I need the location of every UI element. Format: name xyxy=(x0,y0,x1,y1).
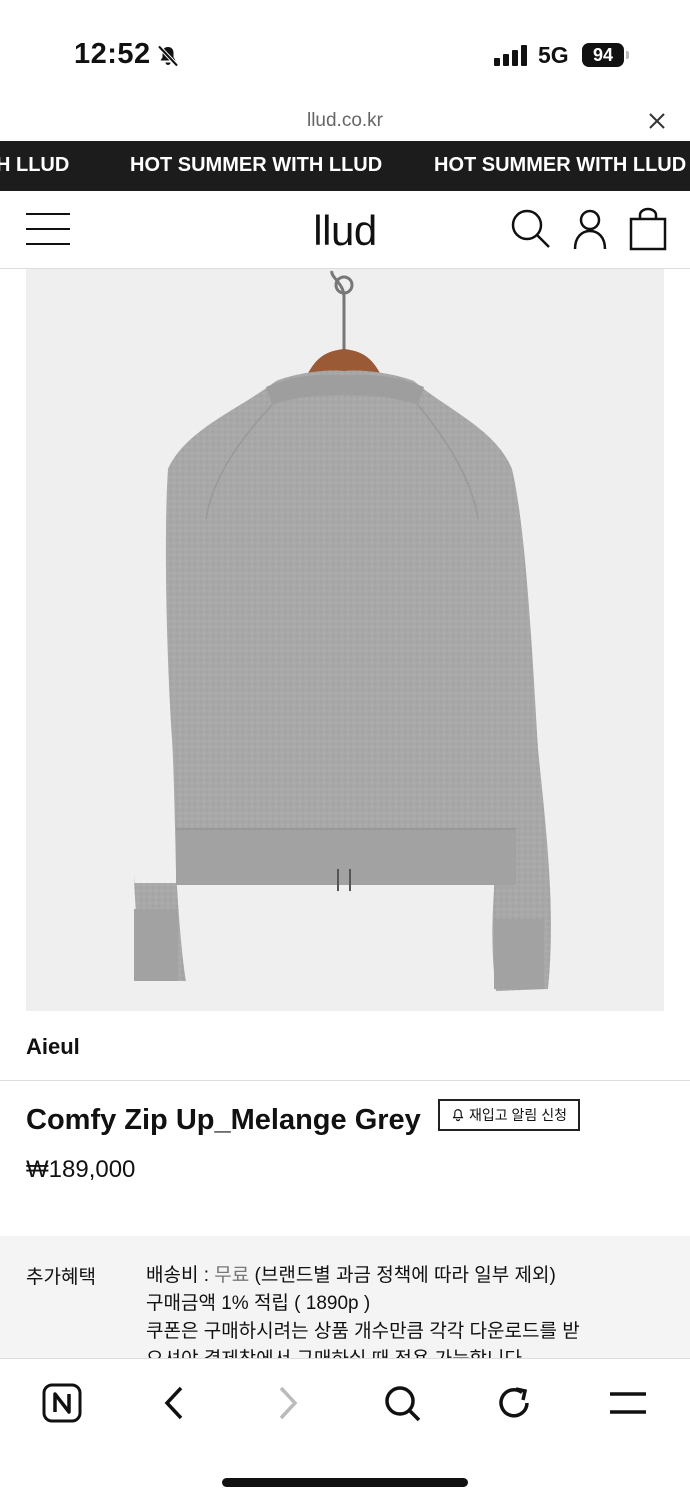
status-time: 12:52 xyxy=(74,38,151,70)
shipping-prefix: 배송비 : xyxy=(146,1265,215,1286)
product-title: Comfy Zip Up_Melange Grey xyxy=(26,1104,421,1136)
naver-home-icon[interactable] xyxy=(38,1379,86,1427)
bell-off-icon xyxy=(157,45,179,67)
benefits-text: 배송비 : 무료 (브랜드별 과금 정책에 따라 일부 제외) 구매금액 1% … xyxy=(146,1262,666,1360)
network-type: 5G xyxy=(538,42,569,68)
restock-alert-button[interactable]: 재입고 알림 신청 xyxy=(438,1099,580,1131)
url-bar[interactable]: llud.co.kr xyxy=(0,100,690,142)
bell-icon xyxy=(452,1109,464,1122)
home-indicator[interactable] xyxy=(222,1478,468,1487)
points-line: 구매금액 1% 적립 ( 1890p ) xyxy=(146,1293,371,1314)
garment-illustration xyxy=(134,270,551,991)
shipping-line: 배송비 : 무료 (브랜드별 과금 정책에 따라 일부 제외) xyxy=(146,1262,666,1290)
status-bar: 12:52 5G 94 xyxy=(0,0,690,100)
shipping-value: 무료 xyxy=(214,1265,250,1286)
promo-marquee[interactable]: H LLUD HOT SUMMER WITH LLUD HOT SUMMER W… xyxy=(0,141,690,191)
restock-alert-label: 재입고 알림 신청 xyxy=(469,1107,567,1123)
menu-icon[interactable] xyxy=(604,1379,652,1427)
refresh-icon[interactable] xyxy=(490,1379,538,1427)
menu-icon[interactable] xyxy=(26,211,72,247)
brand-name[interactable]: Aieul xyxy=(26,1034,80,1060)
site-header: llud xyxy=(0,191,690,269)
marquee-item[interactable]: HOT SUMMER WITH LLUD xyxy=(130,154,382,177)
coupon-line: 쿠폰은 구매하시려는 상품 개수만큼 각각 다운로드를 받 xyxy=(146,1321,580,1342)
benefits-label: 추가혜택 xyxy=(26,1267,96,1288)
forward-icon[interactable] xyxy=(264,1379,312,1427)
marquee-item[interactable]: HOT SUMMER WITH LLUD xyxy=(434,154,686,177)
search-icon[interactable] xyxy=(378,1379,426,1427)
user-icon[interactable] xyxy=(568,207,612,251)
bag-icon[interactable] xyxy=(626,207,670,251)
marquee-item[interactable]: H LLUD xyxy=(0,154,69,177)
signal-icon xyxy=(494,44,527,66)
battery-nub xyxy=(626,51,629,59)
benefits-section: 추가혜택 배송비 : 무료 (브랜드별 과금 정책에 따라 일부 제외) 구매금… xyxy=(0,1236,690,1360)
browser-toolbar xyxy=(0,1358,690,1501)
close-icon[interactable] xyxy=(642,106,672,136)
shipping-suffix: (브랜드별 과금 정책에 따라 일부 제외) xyxy=(249,1265,556,1286)
product-price: ₩189,000 xyxy=(26,1156,136,1183)
search-icon[interactable] xyxy=(508,207,552,251)
back-icon[interactable] xyxy=(150,1379,198,1427)
divider xyxy=(0,1080,690,1081)
battery-icon: 94 xyxy=(582,43,624,67)
url-text[interactable]: llud.co.kr xyxy=(0,110,690,132)
product-image[interactable] xyxy=(26,269,664,1011)
